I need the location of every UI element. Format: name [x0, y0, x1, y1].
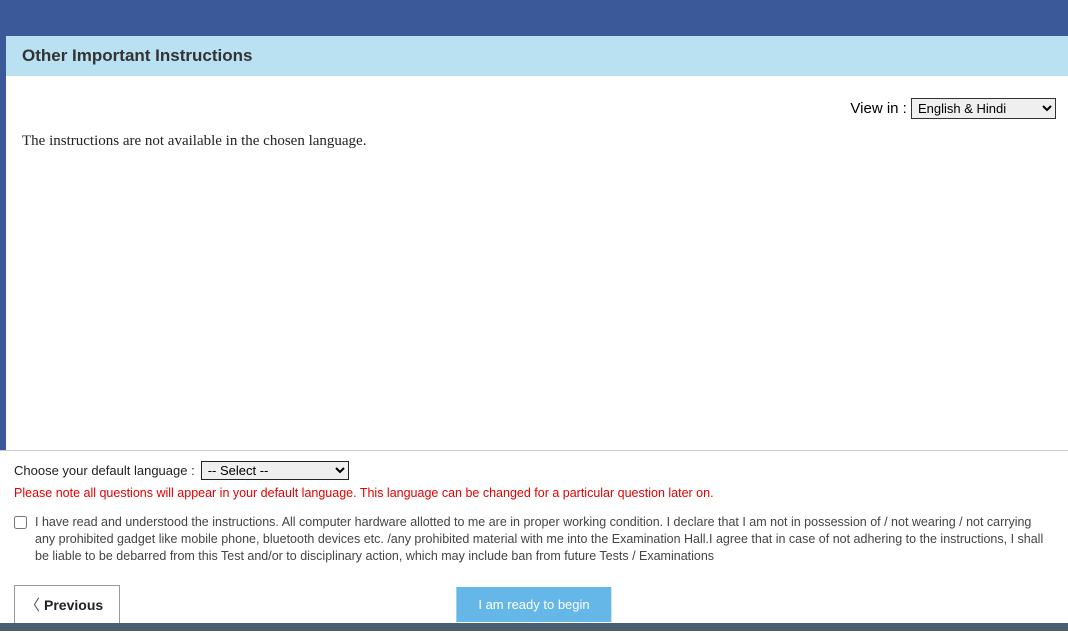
language-label: Choose your default language : [14, 463, 195, 478]
content-area: View in : English & Hindi The instructio… [0, 76, 1068, 450]
view-in-row: View in : English & Hindi [850, 98, 1056, 119]
chevron-left-icon: 〈 [25, 594, 40, 615]
previous-button[interactable]: 〈 Previous [14, 585, 120, 624]
page-title: Other Important Instructions [22, 46, 1052, 66]
begin-button[interactable]: I am ready to begin [456, 587, 611, 622]
language-select[interactable]: -- Select -- [201, 461, 349, 480]
view-in-select[interactable]: English & Hindi [911, 98, 1056, 119]
previous-label: Previous [44, 597, 103, 613]
footer-panel: Choose your default language : -- Select… [0, 450, 1068, 633]
view-in-label: View in : [850, 100, 911, 117]
language-warning: Please note all questions will appear in… [14, 486, 1054, 500]
button-row: 〈 Previous I am ready to begin [14, 587, 1054, 623]
language-row: Choose your default language : -- Select… [14, 461, 1054, 480]
instruction-message: The instructions are not available in th… [22, 133, 1056, 150]
bottom-strip [0, 623, 1068, 631]
agreement-row: I have read and understood the instructi… [14, 514, 1054, 565]
agreement-text: I have read and understood the instructi… [35, 514, 1054, 565]
agreement-checkbox[interactable] [14, 516, 27, 529]
top-bar [0, 0, 1068, 36]
section-header: Other Important Instructions [0, 36, 1068, 76]
